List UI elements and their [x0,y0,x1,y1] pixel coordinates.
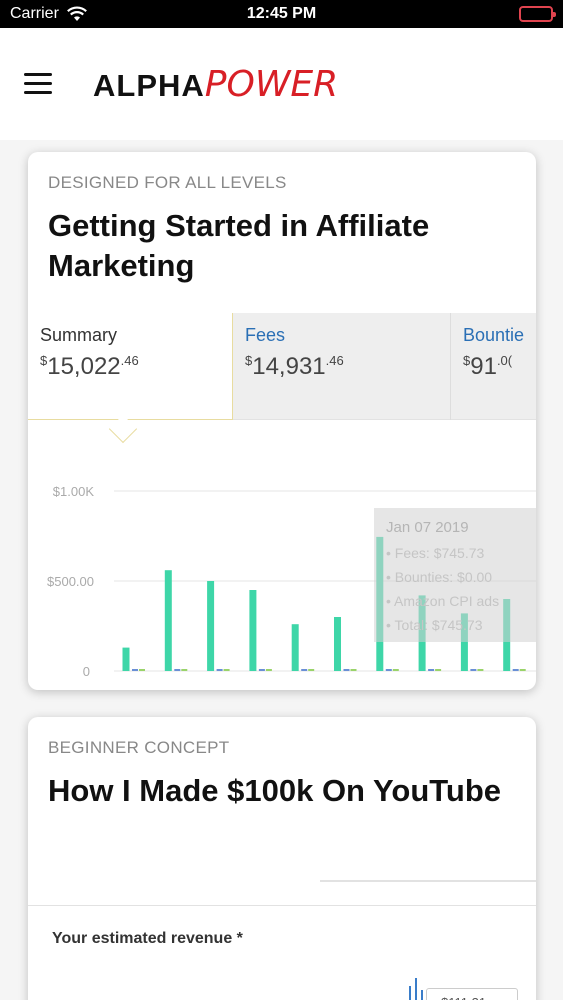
course-title: How I Made $100k On YouTube [48,773,502,808]
bar-bounties [512,669,519,671]
bar-amazon [519,669,526,671]
bar-amazon [265,669,272,671]
logo-text-alpha: ALPHA [93,68,205,103]
course-level-tag: BEGINNER CONCEPT [48,738,230,757]
hamburger-menu-icon[interactable] [24,73,52,95]
course-title: Getting Started in Affiliate Marketing [48,208,430,283]
bar-amazon [435,669,442,671]
earnings-summary-tabs: Summary $15,022.46 Fees $14,931.46 Bount… [28,313,536,420]
tooltip-line: • Total: $745.73 [386,617,483,633]
revenue-value-box: $111.31 [426,988,518,1000]
bar-bounties [470,669,477,671]
bar-fees [334,617,341,671]
tab-label: Bountie [463,325,525,345]
bar-bounties [301,669,308,671]
battery-icon [519,6,556,22]
tooltip-line: • Fees: $745.73 [386,545,485,561]
bar-amazon [181,669,188,671]
tab-bounties[interactable]: Bountie $91.0( [451,313,536,420]
bar-fees [291,624,299,671]
bar-amazon [308,669,315,671]
tooltip-date: Jan 07 2019 [386,519,469,536]
bar-fees [164,570,172,671]
tab-amount: $91.0( [463,353,513,380]
bar-amazon [392,669,399,671]
logo-text-power: POWER [204,64,339,105]
course-card[interactable]: BEGINNER CONCEPT How I Made $100k On You… [28,717,536,1000]
tooltip-line: • Bounties: $0.00 [386,569,492,585]
bar-fees [122,647,130,671]
bar-bounties [258,669,265,671]
tab-label: Fees [245,325,286,345]
y-tick-label: $500.00 [47,574,94,589]
earnings-bar-chart[interactable]: $1.00K $500.00 0 Jan 07 2019 • Fees: $745.73… [28,472,536,690]
tab-label: Summary [40,325,118,345]
bar-amazon [223,669,230,671]
y-tick-label: $1.00K [53,484,95,499]
tab-amount: $15,022.46 [40,353,139,380]
app-header: ALPHAPOWER [0,28,563,140]
tooltip-line: • Amazon CPI ads [386,593,499,609]
bar-amazon [477,669,484,671]
app-logo[interactable]: ALPHAPOWER [93,64,338,105]
bar-amazon [139,669,145,671]
bar-bounties [216,669,223,671]
bar-bounties [428,669,435,671]
bar-bounties [174,669,181,671]
course-level-tag: DESIGNED FOR ALL LEVELS [48,173,287,192]
bar-bounties [385,669,392,671]
bar-fees [207,581,215,671]
bar-amazon [350,669,357,671]
estimated-revenue-label: Your estimated revenue * [52,930,243,947]
bar-bounties [132,669,138,671]
revenue-panel: Your estimated revenue * $111.31 [28,905,536,1000]
status-bar: Carrier 12:45 PM [0,0,563,28]
bar-fees [249,590,257,671]
clock: 12:45 PM [246,5,317,22]
divider [320,880,536,882]
y-tick-label: 0 [83,664,90,679]
course-card[interactable]: DESIGNED FOR ALL LEVELS Getting Started … [28,152,536,690]
revenue-sparkline [409,978,423,1000]
tab-summary[interactable]: Summary $15,022.46 [28,313,233,420]
bar-bounties [343,669,350,671]
tab-amount: $14,931.46 [245,353,344,380]
tab-fees[interactable]: Fees $14,931.46 [233,313,451,420]
